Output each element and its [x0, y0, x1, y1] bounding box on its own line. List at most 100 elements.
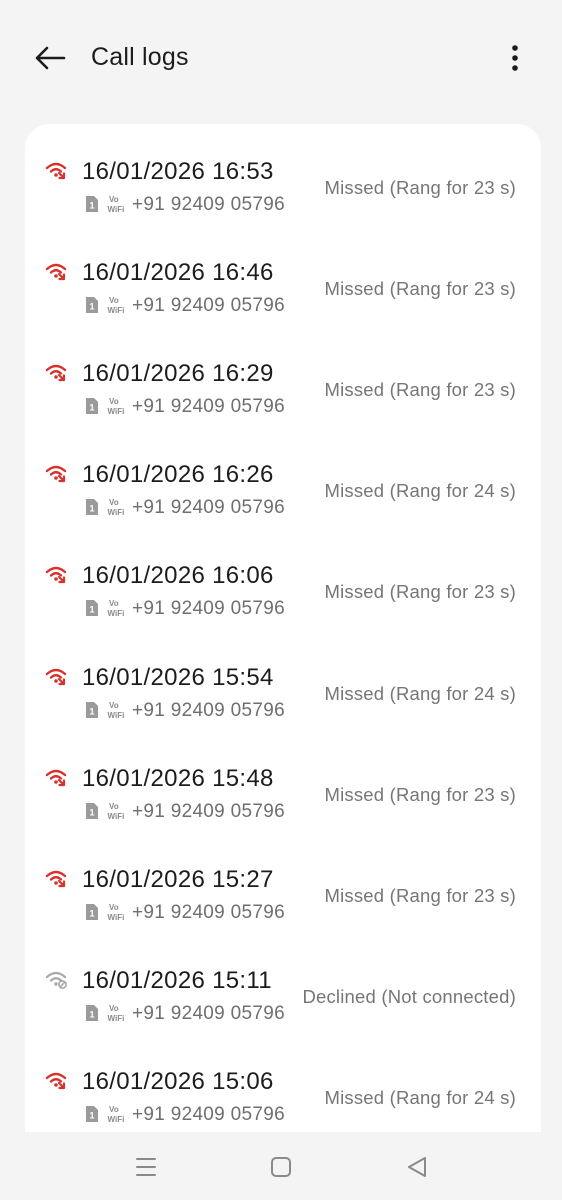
missed-call-icon: [45, 263, 67, 281]
call-status: Missed (Rang for 24 s): [324, 480, 516, 502]
menu-lines-icon: [136, 1158, 156, 1176]
call-status: Missed (Rang for 23 s): [324, 783, 516, 805]
vowifi-top-label: Vo: [109, 599, 119, 608]
vowifi-icon: Vo WiFi: [108, 802, 125, 821]
call-status: Missed (Rang for 24 s): [324, 682, 516, 704]
more-options-button[interactable]: [500, 40, 530, 76]
vowifi-icon: Vo WiFi: [108, 397, 125, 416]
call-log-row[interactable]: 16/01/2026 15:27 1 Vo WiFi +91 92409 057…: [25, 832, 541, 933]
triangle-back-icon: [408, 1157, 426, 1177]
call-datetime: 16/01/2026 16:26: [82, 461, 274, 489]
vowifi-icon: Vo WiFi: [108, 498, 125, 517]
sim-slot-label: 1: [89, 201, 94, 211]
sim-card-icon: 1: [86, 398, 98, 415]
sim-slot-label: 1: [89, 807, 94, 817]
call-log-row[interactable]: 16/01/2026 16:46 1 Vo WiFi +91 92409 057…: [25, 225, 541, 326]
phone-number: +91 92409 05796: [132, 497, 285, 519]
vowifi-top-label: Vo: [109, 195, 119, 204]
vowifi-bottom-label: WiFi: [108, 306, 125, 315]
vowifi-bottom-label: WiFi: [108, 711, 125, 720]
nav-back-button[interactable]: [404, 1154, 430, 1180]
call-status: Missed (Rang for 24 s): [324, 1086, 516, 1108]
vowifi-icon: Vo WiFi: [108, 195, 125, 214]
phone-number: +91 92409 05796: [132, 800, 285, 822]
vowifi-bottom-label: WiFi: [108, 205, 125, 214]
call-log-row[interactable]: 16/01/2026 16:29 1 Vo WiFi +91 92409 057…: [25, 326, 541, 427]
vowifi-top-label: Vo: [109, 1105, 119, 1114]
call-datetime: 16/01/2026 16:06: [82, 562, 274, 590]
vowifi-top-label: Vo: [109, 802, 119, 811]
missed-call-icon: [45, 466, 67, 483]
missed-call-icon: [45, 364, 67, 382]
sim-card-icon: 1: [86, 701, 98, 718]
sim-card-icon: 1: [86, 802, 98, 819]
vowifi-icon: Vo WiFi: [108, 599, 125, 618]
call-datetime: 16/01/2026 16:53: [82, 158, 274, 185]
vowifi-bottom-label: WiFi: [108, 609, 125, 618]
declined-call-icon: [45, 971, 67, 989]
back-button[interactable]: [30, 40, 70, 76]
vowifi-top-label: Vo: [109, 397, 119, 406]
call-log-row[interactable]: 16/01/2026 16:53 1 Vo WiFi +91 92409 057…: [25, 124, 541, 225]
vowifi-top-label: Vo: [109, 701, 119, 710]
recents-button[interactable]: [133, 1154, 159, 1180]
missed-call-icon: [45, 162, 67, 180]
vowifi-top-label: Vo: [109, 1004, 119, 1013]
sim-slot-label: 1: [89, 1009, 94, 1019]
sim-slot-label: 1: [89, 908, 94, 918]
vowifi-icon: Vo WiFi: [108, 903, 125, 922]
missed-call-icon: [45, 769, 67, 786]
sim-slot-label: 1: [89, 403, 94, 413]
phone-number: +91 92409 05796: [132, 598, 285, 620]
vowifi-icon: Vo WiFi: [108, 701, 125, 720]
app-bar: Call logs: [0, 0, 562, 118]
sim-card-icon: 1: [86, 1105, 98, 1122]
call-status: Missed (Rang for 23 s): [324, 177, 516, 198]
sim-card-icon: 1: [86, 903, 98, 920]
call-log-row[interactable]: 16/01/2026 16:06 1 Vo WiFi +91 92409 057…: [25, 528, 541, 629]
page-title: Call logs: [91, 43, 189, 71]
call-log-row[interactable]: 16/01/2026 15:11 1 Vo WiFi +91 92409 057…: [25, 933, 541, 1034]
system-nav-bar: [0, 1132, 562, 1200]
missed-call-icon: [45, 870, 67, 887]
call-log-row[interactable]: 16/01/2026 16:26 1 Vo WiFi +91 92409 057…: [25, 427, 541, 528]
call-log-list: 16/01/2026 16:53 1 Vo WiFi +91 92409 057…: [25, 124, 541, 1132]
call-status: Missed (Rang for 23 s): [324, 581, 516, 603]
vowifi-icon: Vo WiFi: [108, 296, 125, 315]
phone-number: +91 92409 05796: [132, 295, 285, 317]
home-button[interactable]: [268, 1154, 294, 1180]
vowifi-icon: Vo WiFi: [108, 1105, 125, 1124]
missed-call-icon: [45, 567, 67, 584]
call-datetime: 16/01/2026 16:46: [82, 259, 274, 287]
phone-number: +91 92409 05796: [132, 1103, 285, 1125]
more-vertical-icon: [512, 45, 518, 71]
vowifi-bottom-label: WiFi: [108, 1014, 125, 1023]
sim-card-icon: 1: [86, 600, 98, 617]
call-status: Declined (Not connected): [302, 985, 516, 1007]
missed-call-icon: [45, 668, 67, 685]
sim-slot-label: 1: [89, 706, 94, 716]
vowifi-bottom-label: WiFi: [108, 508, 125, 517]
call-status: Missed (Rang for 23 s): [324, 884, 516, 906]
sim-card-icon: 1: [86, 1004, 98, 1021]
phone-number: +91 92409 05796: [132, 699, 285, 721]
square-home-icon: [271, 1157, 291, 1177]
vowifi-bottom-label: WiFi: [108, 913, 125, 922]
call-datetime: 16/01/2026 15:48: [82, 764, 274, 792]
call-log-row[interactable]: 16/01/2026 15:48 1 Vo WiFi +91 92409 057…: [25, 731, 541, 832]
phone-number: +91 92409 05796: [132, 901, 285, 923]
vowifi-top-label: Vo: [109, 296, 119, 305]
sim-card-icon: 1: [86, 499, 98, 516]
call-datetime: 16/01/2026 15:06: [82, 1067, 274, 1095]
call-datetime: 16/01/2026 16:29: [82, 360, 274, 388]
vowifi-icon: Vo WiFi: [108, 1004, 125, 1023]
missed-call-icon: [45, 1072, 67, 1089]
sim-slot-label: 1: [89, 504, 94, 514]
call-log-row[interactable]: 16/01/2026 15:54 1 Vo WiFi +91 92409 057…: [25, 630, 541, 731]
call-datetime: 16/01/2026 15:11: [82, 966, 272, 994]
call-log-row[interactable]: 16/01/2026 15:06 1 Vo WiFi +91 92409 057…: [25, 1034, 541, 1132]
call-status: Missed (Rang for 23 s): [324, 278, 516, 300]
call-datetime: 16/01/2026 15:27: [82, 865, 274, 893]
phone-number: +91 92409 05796: [132, 194, 285, 215]
vowifi-bottom-label: WiFi: [108, 407, 125, 416]
